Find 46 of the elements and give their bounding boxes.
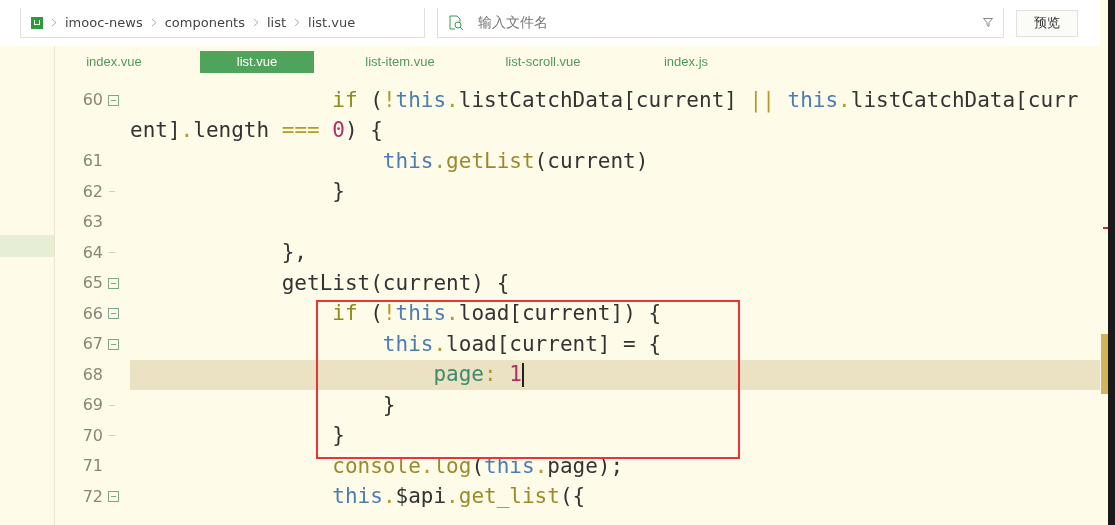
line-number: 67 xyxy=(81,333,104,356)
code-line: this.getList(current) xyxy=(381,147,650,175)
project-icon xyxy=(31,16,43,29)
line-number: 65 xyxy=(81,272,104,295)
fold-icon[interactable] xyxy=(108,491,119,503)
preview-button[interactable]: 预览 xyxy=(1016,9,1078,37)
line-number: 62 xyxy=(81,180,104,203)
chevron-right-icon xyxy=(150,18,157,27)
code-line: this.load[current] = { xyxy=(381,330,663,358)
filter-icon[interactable] xyxy=(983,18,994,27)
line-number: 68 xyxy=(81,363,104,386)
code-line: ent].length === 0) { xyxy=(130,117,384,144)
line-number: 60 xyxy=(81,89,104,112)
code-line: if (!this.load[current]) { xyxy=(331,300,663,327)
line-number: 69 xyxy=(81,394,104,417)
file-tab[interactable]: list-item.vue xyxy=(343,51,457,73)
breadcrumb-item[interactable]: components xyxy=(164,12,245,33)
code-line: getList(current) { xyxy=(280,269,511,297)
line-number: 72 xyxy=(81,485,104,508)
search-input[interactable]: 输入文件名 xyxy=(477,12,970,33)
code-line: }, xyxy=(280,239,308,266)
line-number: 63 xyxy=(81,211,104,234)
code-line: if (!this.listCatchData[current] || this.listCatchData[curr xyxy=(331,86,1080,115)
line-number: 71 xyxy=(81,455,104,478)
code-line: } xyxy=(381,391,397,419)
fold-icon[interactable] xyxy=(108,308,119,320)
line-number: 64 xyxy=(81,241,104,264)
fold-icon[interactable] xyxy=(108,338,119,350)
error-marker xyxy=(1103,227,1108,229)
code-line: } xyxy=(331,422,346,449)
line-number: 66 xyxy=(81,302,104,325)
line-number: 70 xyxy=(81,424,104,447)
line-number: 61 xyxy=(81,150,104,173)
fold-icon[interactable] xyxy=(108,94,119,106)
breadcrumb-item[interactable]: imooc-news xyxy=(65,12,143,33)
chevron-right-icon xyxy=(51,18,57,27)
search-field[interactable]: 输入文件名 xyxy=(436,8,1005,38)
breadcrumb-item[interactable]: list xyxy=(267,12,287,33)
fold-icon[interactable] xyxy=(108,277,119,289)
text-cursor xyxy=(521,362,524,387)
code-line: } xyxy=(331,178,346,205)
search-icon xyxy=(447,14,464,31)
breadcrumb-item[interactable]: list.vue xyxy=(308,12,356,33)
code-line: this.$api.get_list({ xyxy=(331,483,587,510)
chevron-right-icon xyxy=(253,18,259,27)
chevron-right-icon xyxy=(294,18,301,27)
